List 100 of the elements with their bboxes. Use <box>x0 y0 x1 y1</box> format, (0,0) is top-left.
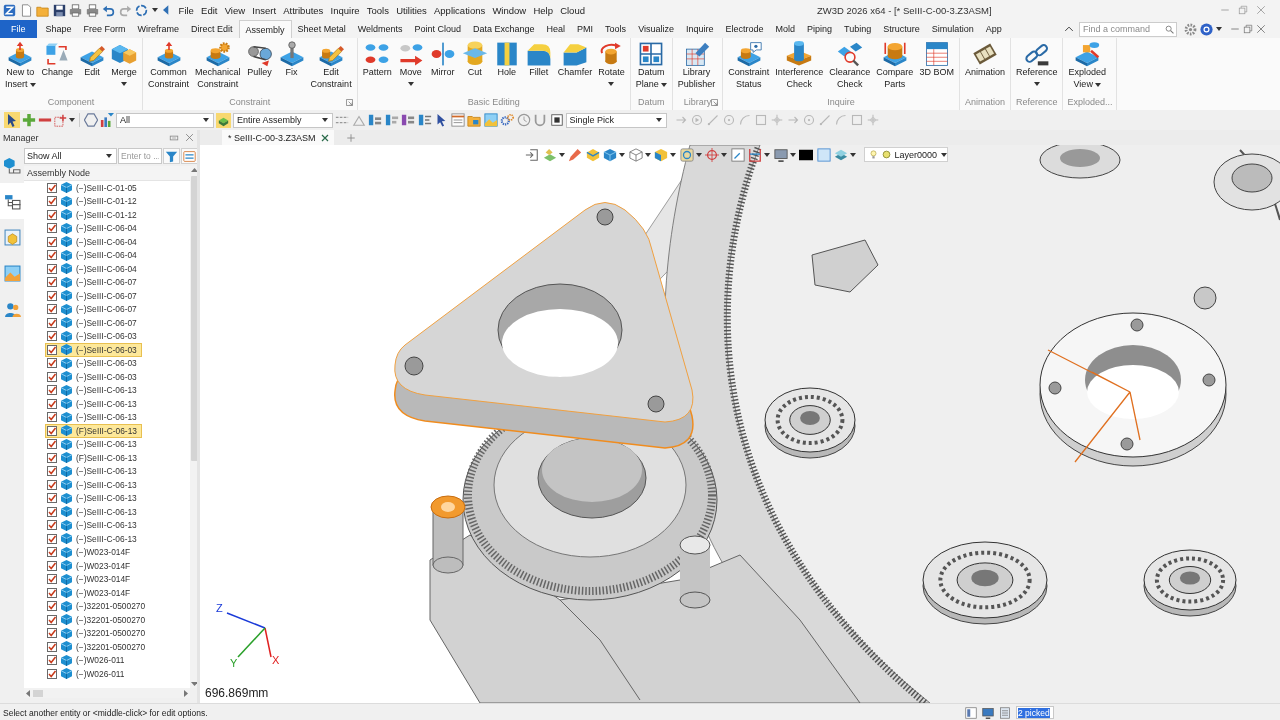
layer-dropdown[interactable]: Layer0000 <box>863 147 948 162</box>
menu-item[interactable]: Insert <box>248 1 280 19</box>
caret-icon[interactable] <box>407 81 414 86</box>
ribbon-command-button[interactable]: Pulley <box>243 41 276 96</box>
tree-row[interactable]: (−)SeIII-C-06-13 <box>45 410 142 424</box>
ribbon-command-button[interactable]: Fix <box>275 41 308 96</box>
ribbon-command-button[interactable]: 3D BOM <box>916 41 957 96</box>
checkbox[interactable] <box>47 331 57 342</box>
menu-item[interactable]: Tools <box>363 1 393 19</box>
right-arrow-icon[interactable] <box>184 689 188 697</box>
menu-item[interactable]: Attributes <box>279 1 327 19</box>
ribbon-command-button[interactable]: Edit Constraint <box>307 41 355 96</box>
printer-icon[interactable] <box>85 3 99 17</box>
close-icon[interactable] <box>185 133 194 142</box>
caret-icon[interactable] <box>721 152 727 157</box>
caret-icon[interactable] <box>106 154 112 158</box>
caret-icon[interactable] <box>29 82 36 87</box>
menu-item[interactable]: Window <box>488 1 530 19</box>
printer-icon[interactable] <box>69 3 82 17</box>
ribbon-command-button[interactable]: Pattern <box>359 41 395 96</box>
pointer-icon[interactable] <box>4 112 20 128</box>
table-list-icon[interactable] <box>450 113 465 127</box>
checkbox[interactable] <box>47 425 57 436</box>
checkbox[interactable] <box>47 668 57 679</box>
ribbon-command-button[interactable]: Interference Check <box>772 41 827 96</box>
ribbon-tab[interactable]: Mold <box>769 20 802 38</box>
ribbon-tab[interactable]: Weldments <box>351 20 409 38</box>
ribbon-tab[interactable]: Data Exchange <box>467 20 541 38</box>
ribbon-tab[interactable]: Tubing <box>838 20 878 38</box>
scrollbar-thumb[interactable] <box>191 176 197 461</box>
tree-row[interactable]: (−)SeIII-C-06-13 <box>45 491 142 505</box>
close-icon[interactable] <box>320 133 329 142</box>
solid-cube-icon[interactable] <box>603 147 617 162</box>
menu-item[interactable]: File <box>175 1 198 19</box>
ribbon-command-button[interactable]: Fillet <box>522 41 555 96</box>
ribbon-command-button[interactable]: Cut <box>458 41 491 96</box>
checkbox[interactable] <box>47 344 57 355</box>
ribbon-tab[interactable]: Inquire <box>680 20 720 38</box>
ribbon-command-button[interactable]: Chamfer <box>554 41 596 96</box>
tree-row[interactable]: (−)W026-011 <box>45 653 130 667</box>
tree-row[interactable]: (−)SeIII-C-06-04 <box>45 221 142 235</box>
menu-item[interactable]: Utilities <box>392 1 431 19</box>
panel-toggle-icon[interactable] <box>169 132 179 143</box>
tree-row[interactable]: (−)SeIII-C-01-12 <box>45 194 142 208</box>
refresh-icon[interactable] <box>135 3 148 17</box>
tree-row[interactable]: (−)SeIII-C-01-12 <box>45 208 142 222</box>
dialog-launcher-icon[interactable] <box>711 98 719 106</box>
scrollbar-thumb[interactable] <box>33 689 43 697</box>
checkbox[interactable] <box>47 196 57 207</box>
caret-icon[interactable] <box>121 81 128 86</box>
ribbon-tab[interactable]: Wireframe <box>131 20 186 38</box>
tree-row[interactable]: (−)W023-014F <box>45 559 136 573</box>
caret-icon[interactable] <box>789 152 796 157</box>
caret-icon[interactable] <box>1216 27 1222 31</box>
caret-icon[interactable] <box>655 118 662 122</box>
add-selection-icon[interactable] <box>54 113 67 127</box>
ribbon-command-button[interactable]: Mirror <box>426 41 459 96</box>
part-list-icon[interactable] <box>384 113 399 127</box>
checkbox[interactable] <box>47 412 57 423</box>
tree-row[interactable]: (−)SeIII-C-06-13 <box>45 505 142 519</box>
ribbon-command-button[interactable]: Merge <box>108 41 141 96</box>
checkbox[interactable] <box>47 493 57 504</box>
checkbox[interactable] <box>47 250 57 261</box>
tree-search-field[interactable]: Enter to ... <box>118 148 162 164</box>
checkbox[interactable] <box>47 466 57 477</box>
display-icon[interactable] <box>773 147 788 162</box>
view-target-icon[interactable] <box>679 147 694 162</box>
plus-icon[interactable] <box>22 113 36 127</box>
ribbon-tab[interactable]: PMI <box>571 20 600 38</box>
ribbon-command-button[interactable]: Hole <box>490 41 523 96</box>
caret-icon[interactable] <box>322 118 328 122</box>
shaded-box-icon[interactable] <box>585 147 600 162</box>
ribbon-command-button[interactable]: Library Publisher <box>674 41 719 96</box>
sheet-icon[interactable] <box>999 706 1011 719</box>
help-icon[interactable] <box>1200 22 1213 36</box>
tree-row[interactable]: (−)W023-014F <box>45 572 136 586</box>
tree-row[interactable]: (−)32201-0500270 <box>45 613 151 627</box>
ribbon-command-button[interactable]: Clearance Check <box>826 41 874 96</box>
tree-row[interactable]: (−)SeIII-C-06-13 <box>45 437 142 451</box>
caret-icon[interactable] <box>764 152 770 157</box>
back-arrow-icon[interactable] <box>161 4 169 16</box>
checkbox[interactable] <box>47 574 57 585</box>
caret-icon[interactable] <box>558 152 565 157</box>
section-view-icon[interactable] <box>748 147 762 162</box>
ribbon-command-button[interactable]: Edit <box>76 41 109 96</box>
checkbox[interactable] <box>47 182 57 193</box>
half-shaded-cube-icon[interactable] <box>654 147 668 162</box>
ribbon-tab[interactable]: Shape <box>39 20 78 38</box>
tree-row[interactable]: (−)SeIII-C-06-04 <box>45 248 142 262</box>
ribbon-tab[interactable]: Tools <box>599 20 633 38</box>
caret-icon[interactable] <box>644 152 651 157</box>
ribbon-tab[interactable]: File <box>0 20 37 38</box>
document-tab[interactable]: * SeIII-C-00-3.Z3ASM <box>222 130 334 145</box>
checkbox[interactable] <box>47 277 57 288</box>
ribbon-command-button[interactable]: Rotate <box>595 41 628 96</box>
checkbox[interactable] <box>47 614 57 625</box>
ribbon-tab[interactable]: Visualize <box>632 20 680 38</box>
gears-icon[interactable] <box>500 113 514 127</box>
tree-row[interactable]: (−)SeIII-C-06-04 <box>45 262 142 276</box>
menu-item[interactable]: Cloud <box>556 1 589 19</box>
